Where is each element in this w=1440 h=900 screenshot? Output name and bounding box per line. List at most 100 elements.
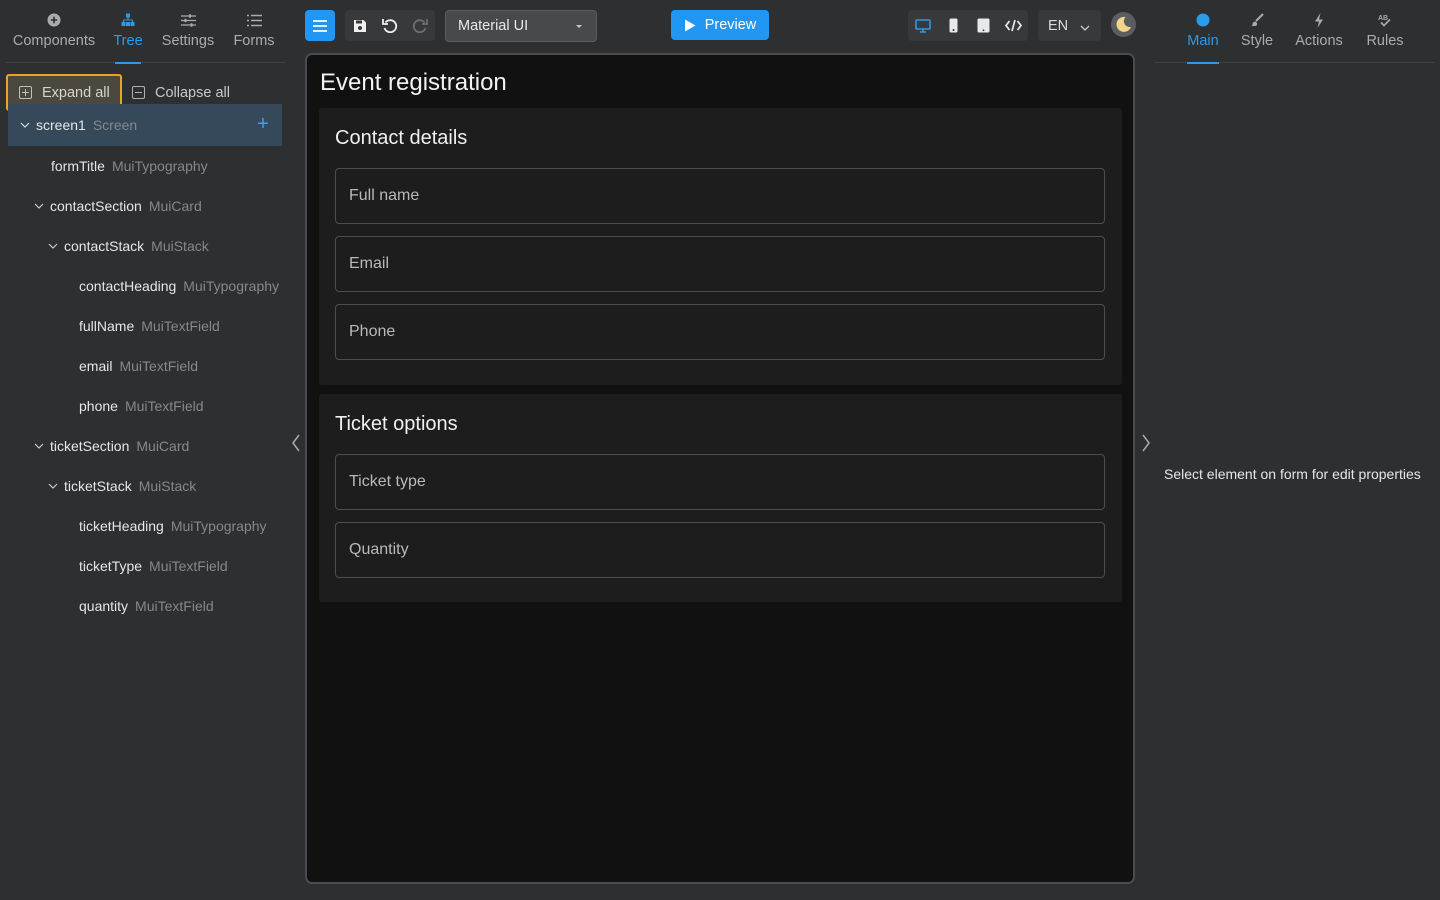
tab-main[interactable]: Main bbox=[1185, 0, 1221, 63]
redo-icon bbox=[412, 19, 428, 33]
tree-item-type: Screen bbox=[92, 117, 138, 133]
tab-rules[interactable]: AB Rules bbox=[1364, 0, 1406, 63]
tree-item-type: MuiTypography bbox=[170, 518, 267, 534]
field-label: Quantity bbox=[349, 541, 409, 558]
expand-all-label: Expand all bbox=[42, 84, 110, 101]
chevron-right-icon bbox=[1142, 434, 1150, 452]
mobile-icon bbox=[949, 18, 957, 33]
tree-item-name: quantity bbox=[79, 598, 129, 614]
tab-label: Components bbox=[12, 33, 96, 49]
moon-icon bbox=[1116, 16, 1131, 32]
ticket-section-card[interactable]: Ticket options Ticket type Quantity bbox=[319, 394, 1122, 602]
play-icon bbox=[684, 19, 696, 31]
tab-actions[interactable]: Actions bbox=[1293, 0, 1345, 63]
full-name-field[interactable]: Full name bbox=[335, 168, 1105, 224]
history-toolbar bbox=[345, 10, 435, 41]
preview-button[interactable]: Preview bbox=[671, 10, 769, 40]
email-field[interactable]: Email bbox=[335, 236, 1105, 292]
collapse-all-label: Collapse all bbox=[155, 84, 230, 101]
field-label: Email bbox=[349, 255, 390, 272]
tree-item-phone[interactable]: phone MuiTextField bbox=[8, 386, 282, 426]
tree-item-contactstack[interactable]: contactStack MuiStack bbox=[8, 226, 282, 266]
tree-item-ticketstack[interactable]: ticketStack MuiStack bbox=[8, 466, 282, 506]
undo-button[interactable] bbox=[375, 10, 405, 41]
tree-item-type: MuiStack bbox=[151, 238, 209, 254]
tree-item-name: ticketSection bbox=[50, 438, 130, 454]
language-select[interactable]: EN bbox=[1038, 10, 1101, 41]
tree-item-screen1[interactable]: screen1 Screen + bbox=[8, 104, 282, 146]
collapse-right-panel-button[interactable] bbox=[1138, 431, 1154, 455]
tablet-icon bbox=[977, 18, 989, 33]
form-title[interactable]: Event registration bbox=[320, 69, 507, 97]
chevron-down-icon[interactable] bbox=[48, 481, 58, 491]
tree-item-type: MuiCard bbox=[148, 198, 202, 214]
code-view-button[interactable] bbox=[998, 10, 1028, 41]
tree-item-ticketsection[interactable]: ticketSection MuiCard bbox=[8, 426, 282, 466]
form-canvas[interactable]: Event registration Contact details Full … bbox=[305, 53, 1135, 884]
tree-item-tickettype[interactable]: ticketType MuiTextField bbox=[8, 546, 282, 586]
field-label: Phone bbox=[349, 323, 396, 340]
tab-label: Settings bbox=[161, 33, 215, 49]
tab-label: Actions bbox=[1295, 33, 1343, 49]
desktop-view-button[interactable] bbox=[908, 10, 938, 41]
contact-section-card[interactable]: Contact details Full name Email Phone bbox=[319, 108, 1122, 385]
ui-library-select[interactable]: Material UI bbox=[445, 10, 597, 42]
dot-icon bbox=[1196, 12, 1210, 28]
tree-item-type: MuiTypography bbox=[183, 278, 280, 294]
tree-item-contactheading[interactable]: contactHeading MuiTypography bbox=[8, 266, 282, 306]
chevron-down-icon[interactable] bbox=[20, 120, 30, 130]
tree-item-name: screen1 bbox=[36, 117, 86, 133]
tree-item-name: ticketStack bbox=[64, 478, 132, 494]
ticket-type-field[interactable]: Ticket type bbox=[335, 454, 1105, 510]
tree-item-fullname[interactable]: fullName MuiTextField bbox=[8, 306, 282, 346]
tab-label: Style bbox=[1240, 33, 1274, 49]
tab-forms[interactable]: Forms bbox=[232, 0, 276, 63]
undo-icon bbox=[382, 19, 398, 33]
rules-icon: AB bbox=[1377, 12, 1393, 28]
tree-item-email[interactable]: email MuiTextField bbox=[8, 346, 282, 386]
tab-components[interactable]: Components bbox=[12, 0, 96, 63]
collapse-left-panel-button[interactable] bbox=[288, 431, 304, 455]
tree-item-type: MuiTextField bbox=[119, 358, 199, 374]
language-value: EN bbox=[1048, 17, 1069, 34]
theme-toggle[interactable] bbox=[1111, 12, 1136, 37]
tree-item-type: MuiStack bbox=[138, 478, 197, 494]
expand-square-icon bbox=[19, 86, 32, 99]
field-label: Ticket type bbox=[349, 473, 426, 490]
chevron-down-icon[interactable] bbox=[34, 201, 44, 211]
tree-item-name: contactSection bbox=[50, 198, 142, 214]
tree-item-formtitle[interactable]: formTitle MuiTypography bbox=[8, 146, 282, 186]
save-button[interactable] bbox=[345, 10, 375, 41]
tree-item-contactsection[interactable]: contactSection MuiCard bbox=[8, 186, 282, 226]
chevron-down-icon[interactable] bbox=[48, 241, 58, 251]
tree-item-type: MuiTextField bbox=[141, 318, 220, 334]
add-child-icon[interactable]: + bbox=[254, 114, 272, 134]
tab-style[interactable]: Style bbox=[1239, 0, 1275, 63]
mobile-view-button[interactable] bbox=[938, 10, 968, 41]
quantity-field[interactable]: Quantity bbox=[335, 522, 1105, 578]
phone-field[interactable]: Phone bbox=[335, 304, 1105, 360]
field-label: Full name bbox=[349, 187, 420, 204]
preview-label: Preview bbox=[704, 17, 757, 33]
tablet-view-button[interactable] bbox=[968, 10, 998, 41]
tab-label: Tree bbox=[113, 33, 143, 49]
tree-item-name: contactHeading bbox=[79, 278, 177, 294]
tree-item-quantity[interactable]: quantity MuiTextField bbox=[8, 586, 282, 626]
tree-item-ticketheading[interactable]: ticketHeading MuiTypography bbox=[8, 506, 282, 546]
save-icon bbox=[354, 19, 366, 32]
tab-tree[interactable]: Tree bbox=[108, 0, 148, 63]
contact-heading[interactable]: Contact details bbox=[335, 127, 467, 150]
tree-item-name: phone bbox=[79, 398, 118, 414]
tree-item-name: ticketHeading bbox=[79, 518, 164, 534]
chevron-down-icon[interactable] bbox=[34, 441, 44, 451]
tree-item-type: MuiTypography bbox=[111, 158, 208, 174]
desktop-icon bbox=[915, 18, 931, 33]
tree-item-type: MuiTextField bbox=[149, 558, 228, 574]
ticket-heading[interactable]: Ticket options bbox=[335, 413, 458, 436]
list-icon bbox=[246, 12, 262, 28]
device-toolbar bbox=[908, 10, 1028, 41]
menu-button[interactable] bbox=[305, 10, 335, 41]
redo-button[interactable] bbox=[405, 10, 435, 41]
left-panel: Components Tree Settings Forms Expand al… bbox=[0, 0, 290, 900]
tab-settings[interactable]: Settings bbox=[160, 0, 216, 63]
